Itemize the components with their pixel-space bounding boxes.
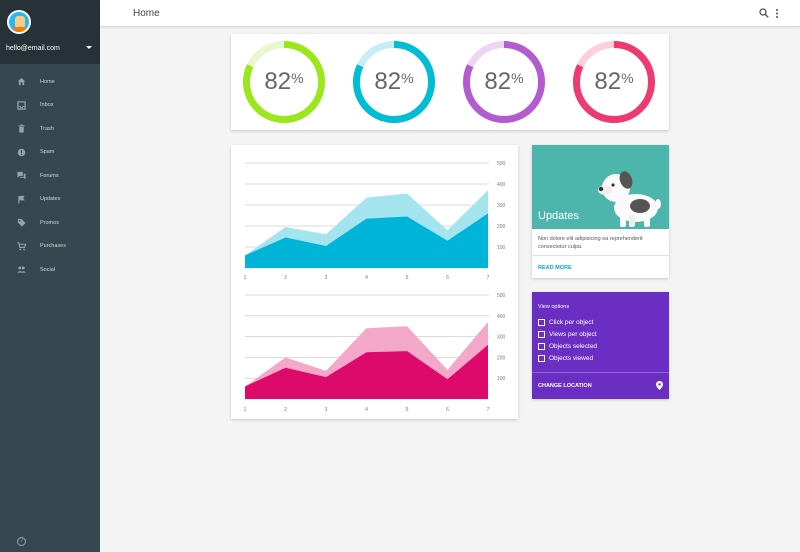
x-tick-label: 3	[325, 407, 328, 413]
charts-card: 100 200 300 400 500 1 2 3 4 5 6 7 100 200 300 400 500 1 2 3…	[231, 145, 518, 419]
location-pin-icon[interactable]	[656, 381, 663, 390]
stat-value: 82%	[594, 68, 634, 95]
cart-icon	[17, 242, 26, 251]
option-click-per-object[interactable]: Click per object	[538, 319, 593, 326]
sidebar-item-label: Promos	[40, 219, 59, 226]
sidebar-item-social[interactable]: Social	[0, 258, 100, 282]
stats-card: 82% 82% 82% 82%	[231, 34, 669, 130]
x-tick-label: 1	[244, 407, 247, 413]
sidebar-item-trash[interactable]: Trash	[0, 117, 100, 141]
x-tick-label: 5	[406, 407, 409, 413]
account-header: hello@email.com	[0, 0, 100, 64]
page-title: Home	[133, 8, 160, 19]
x-tick-label: 3	[325, 275, 328, 281]
sidebar-item-purchases[interactable]: Purchases	[0, 235, 100, 259]
sidebar-item-inbox[interactable]: Inbox	[0, 94, 100, 118]
stat-donut: 82%	[572, 40, 656, 124]
x-tick-label: 6	[446, 275, 449, 281]
area-series-2	[245, 213, 488, 268]
change-location-button[interactable]: CHANGE LOCATION	[538, 383, 592, 389]
x-tick-label: 7	[487, 407, 490, 413]
sidebar-item-label: Inbox	[40, 102, 54, 109]
sidebar: hello@email.com Home Inbox Trash Spam Fo…	[0, 0, 100, 552]
option-label: Click per object	[549, 319, 594, 326]
y-tick-label: 200	[497, 355, 506, 361]
x-tick-label: 1	[244, 275, 247, 281]
avatar[interactable]	[7, 10, 31, 34]
forums-icon	[17, 171, 26, 180]
trash-icon	[17, 124, 26, 133]
divider	[532, 372, 669, 373]
checkbox[interactable]	[538, 343, 545, 350]
stat-donut: 82%	[352, 40, 436, 124]
search-icon[interactable]	[759, 8, 769, 18]
checkbox[interactable]	[538, 331, 545, 338]
flag-icon	[17, 195, 26, 204]
checkbox[interactable]	[538, 319, 545, 326]
chevron-down-icon[interactable]	[86, 46, 92, 49]
x-tick-label: 4	[365, 275, 368, 281]
read-more-button[interactable]: READ MORE	[538, 265, 572, 271]
divider	[532, 255, 669, 256]
people-icon	[17, 265, 26, 274]
x-tick-label: 2	[284, 407, 287, 413]
top-app-bar: Home	[100, 0, 800, 27]
option-label: Objects viewed	[549, 355, 594, 362]
option-objects-selected[interactable]: Objects selected	[538, 343, 597, 350]
area-charts: 100 200 300 400 500 1 2 3 4 5 6 7 100 200 300 400 500 1 2 3…	[244, 161, 506, 413]
sidebar-item-home[interactable]: Home	[0, 70, 100, 94]
view-options-card: View options Click per object Views per …	[532, 292, 669, 399]
help-icon[interactable]: ?	[17, 537, 26, 546]
account-email: hello@email.com	[6, 45, 60, 52]
nav-menu: Home Inbox Trash Spam Forums Updates Pro…	[0, 70, 100, 282]
tag-icon	[17, 218, 26, 227]
option-label: Views per object	[549, 331, 597, 338]
updates-title: Updates	[538, 210, 579, 222]
x-tick-label: 5	[406, 275, 409, 281]
sidebar-item-label: Social	[40, 266, 55, 273]
sidebar-item-label: Purchases	[40, 243, 66, 250]
sidebar-item-label: Home	[40, 78, 55, 85]
option-views-per-object[interactable]: Views per object	[538, 331, 597, 338]
y-tick-label: 200	[497, 224, 506, 230]
sidebar-item-label: Spam	[40, 149, 55, 156]
option-label: Objects selected	[549, 343, 598, 350]
y-tick-label: 500	[497, 293, 506, 299]
sidebar-item-label: Updates	[40, 196, 61, 203]
inbox-icon	[17, 101, 26, 110]
stat-donut: 82%	[242, 40, 326, 124]
x-tick-label: 2	[284, 275, 287, 281]
y-tick-label: 100	[497, 376, 506, 382]
dog-illustration	[598, 171, 661, 227]
home-icon	[17, 77, 26, 86]
y-tick-label: 400	[497, 182, 506, 188]
x-tick-label: 6	[446, 407, 449, 413]
y-tick-label: 100	[497, 245, 506, 251]
y-tick-label: 300	[497, 203, 506, 209]
stat-donut: 82%	[462, 40, 546, 124]
sidebar-item-label: Forums	[40, 172, 59, 179]
sidebar-item-spam[interactable]: Spam	[0, 141, 100, 165]
stat-value: 82%	[484, 68, 524, 95]
view-options-title: View options	[538, 304, 570, 310]
sidebar-item-promos[interactable]: Promos	[0, 211, 100, 235]
stat-value: 82%	[374, 68, 414, 95]
y-tick-label: 300	[497, 335, 506, 341]
updates-text: Non dolore elit adipisicing ea reprehend…	[538, 236, 643, 250]
more-vert-icon[interactable]	[774, 8, 780, 19]
sidebar-item-label: Trash	[40, 125, 54, 132]
y-tick-label: 400	[497, 314, 506, 320]
sidebar-item-forums[interactable]: Forums	[0, 164, 100, 188]
checkbox[interactable]	[538, 355, 545, 362]
spam-icon	[17, 148, 26, 157]
y-tick-label: 500	[497, 161, 506, 167]
sidebar-item-updates[interactable]: Updates	[0, 188, 100, 212]
stat-value: 82%	[264, 68, 304, 95]
x-tick-label: 4	[365, 407, 368, 413]
option-objects-viewed[interactable]: Objects viewed	[538, 355, 593, 362]
x-tick-label: 7	[487, 275, 490, 281]
